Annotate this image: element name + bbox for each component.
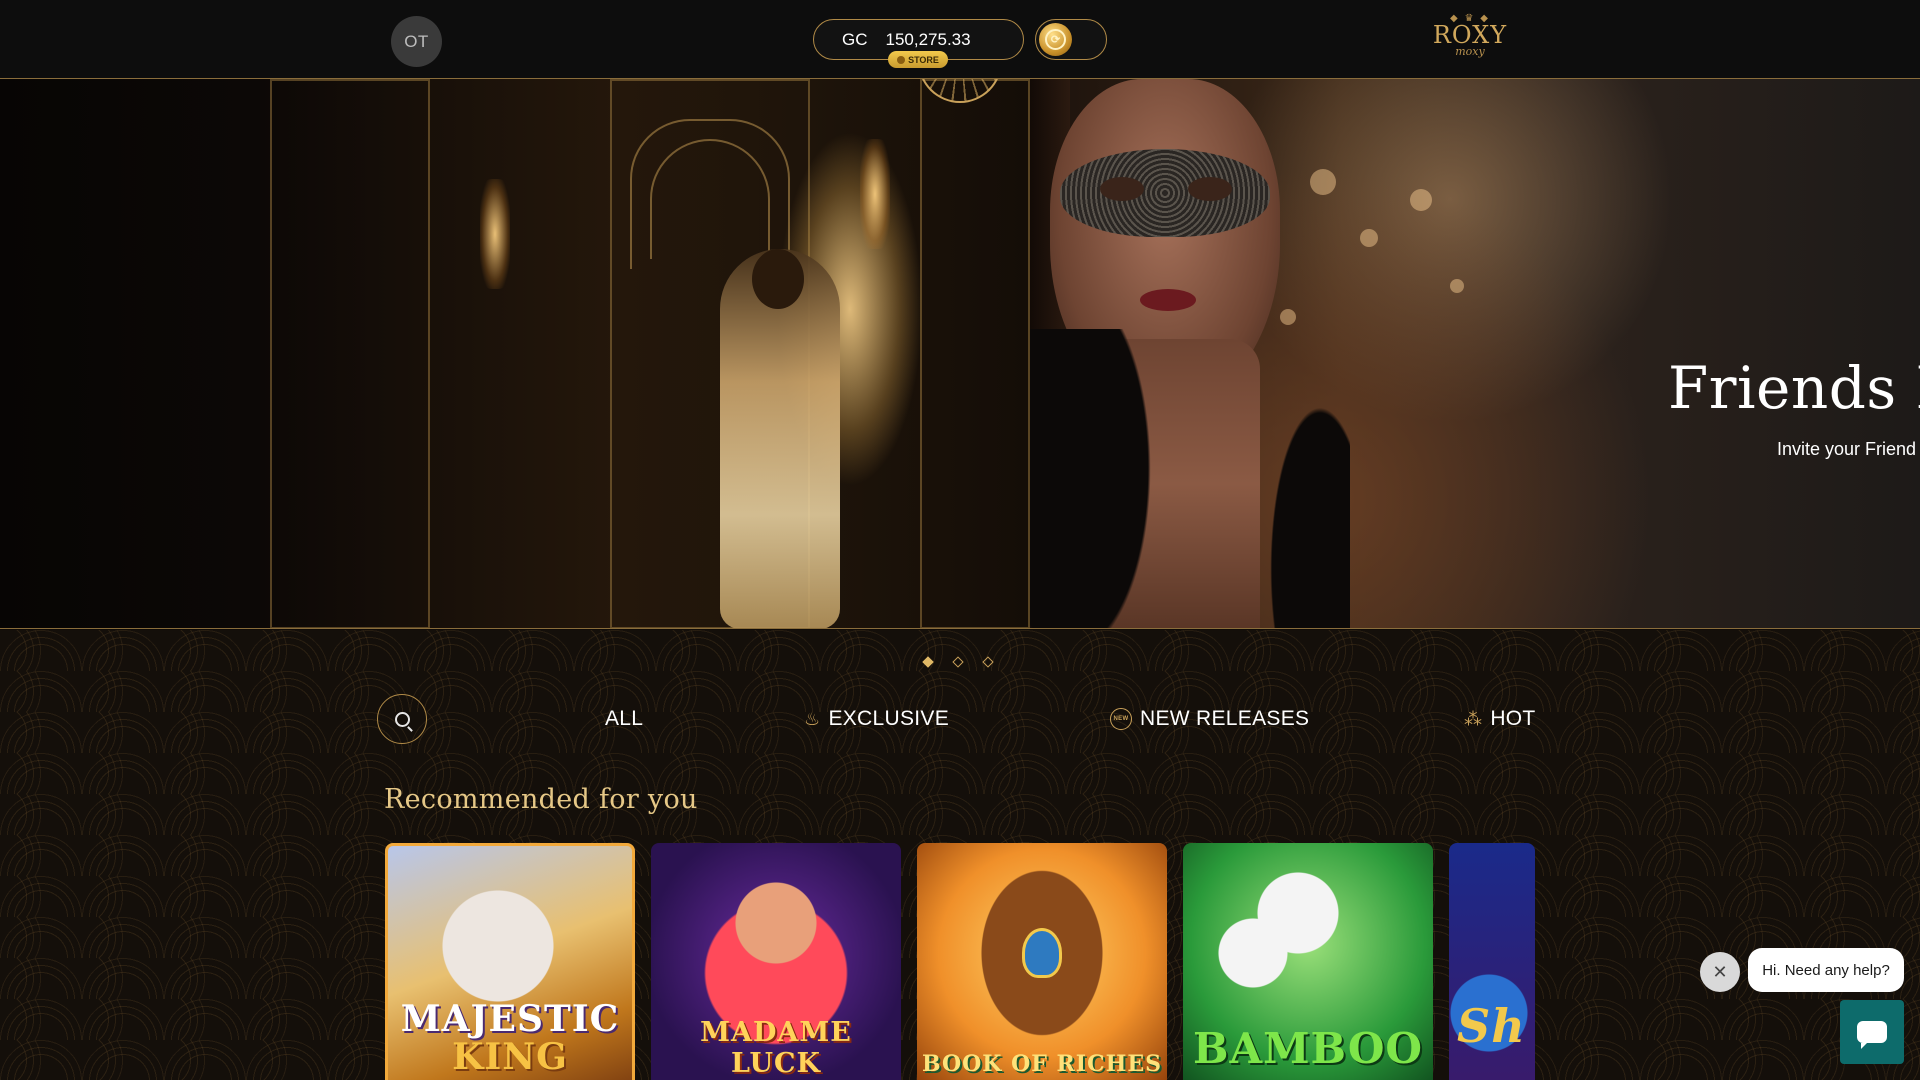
bokeh-light xyxy=(1280,309,1296,325)
game-title: BAMBOO xyxy=(1192,1024,1424,1073)
lace-collar xyxy=(1030,329,1350,628)
chat-launcher-button[interactable] xyxy=(1840,1000,1904,1064)
recommended-games-row: MAJESTIC KING MADAME LUCK BOOK OF RICHES… xyxy=(385,843,1535,1080)
hero-banner[interactable]: Friends De Invite your Friend xyxy=(0,79,1920,629)
hero-title: Friends De xyxy=(1668,354,1920,422)
game-card-majestic-king[interactable]: MAJESTIC KING xyxy=(385,843,635,1080)
game-title-line2: KING xyxy=(452,1036,568,1078)
game-card-partial[interactable]: Sh xyxy=(1449,843,1535,1080)
tab-label: NEW RELEASES xyxy=(1140,707,1310,730)
tab-label: EXCLUSIVE xyxy=(828,707,950,730)
game-card-bamboo-fortune[interactable]: BAMBOO xyxy=(1183,843,1433,1080)
game-title-line1: MAJESTIC xyxy=(400,998,620,1040)
game-card-book-of-riches[interactable]: BOOK OF RICHES xyxy=(917,843,1167,1080)
carousel-indicators xyxy=(922,656,994,670)
chat-prompt-bubble[interactable]: Hi. Need any help? xyxy=(1748,948,1904,992)
new-badge-icon: NEW xyxy=(1110,708,1132,730)
game-title: MAJESTIC KING xyxy=(388,1000,632,1076)
door-panel xyxy=(920,79,1030,628)
carousel-dot-2[interactable] xyxy=(952,656,964,668)
search-button[interactable] xyxy=(377,694,427,744)
lips xyxy=(1140,289,1196,311)
door-panel xyxy=(270,79,430,628)
coin-toggle[interactable]: ⟳ xyxy=(1035,19,1107,60)
balance-amount: 150,275.33 xyxy=(885,29,971,49)
user-avatar[interactable]: OT xyxy=(391,16,442,67)
wall-lamp xyxy=(860,139,890,249)
fire-icon: ⁂ xyxy=(1464,709,1483,729)
chat-close-button[interactable]: ✕ xyxy=(1700,952,1740,992)
tab-label: ALL xyxy=(605,707,644,730)
site-logo[interactable]: ◆ ♛ ◆ ROXY moxy xyxy=(1418,14,1522,62)
flame-icon: ♨ xyxy=(804,709,821,729)
coin-icon xyxy=(897,55,906,64)
mask-eye xyxy=(1188,177,1232,201)
woman-head xyxy=(752,249,804,309)
search-icon xyxy=(394,711,410,727)
tab-all[interactable]: ALL xyxy=(605,704,643,734)
close-icon: ✕ xyxy=(1712,961,1728,982)
coin-icon: ⟳ xyxy=(1039,23,1072,56)
bokeh-light xyxy=(1410,189,1432,211)
game-title: BOOK OF RICHES xyxy=(921,1051,1163,1077)
masquerade-mask xyxy=(1060,149,1270,237)
currency-label: GC xyxy=(842,29,868,49)
tab-exclusive[interactable]: ♨ EXCLUSIVE xyxy=(804,704,949,734)
carousel-dot-1[interactable] xyxy=(922,656,934,668)
bokeh-light xyxy=(1310,169,1336,195)
carousel-dot-3[interactable] xyxy=(982,656,994,668)
hero-image-doorway xyxy=(0,79,1030,628)
tab-new-releases[interactable]: NEW NEW RELEASES xyxy=(1110,704,1309,734)
hero-subtitle: Invite your Friend xyxy=(1777,439,1917,459)
mask-eye xyxy=(1100,177,1144,201)
game-card-madame-luck[interactable]: MADAME LUCK xyxy=(651,843,901,1080)
wall-lamp xyxy=(480,179,510,289)
store-label: STORE xyxy=(908,54,939,65)
chat-icon xyxy=(1857,1021,1887,1049)
logo-name: ROXY xyxy=(1432,21,1508,49)
tab-label: HOT xyxy=(1490,707,1536,730)
game-title: MADAME LUCK xyxy=(700,1017,852,1079)
tab-hot[interactable]: ⁂ HOT xyxy=(1464,704,1536,734)
art-deco-arch xyxy=(650,139,770,259)
game-title: Sh xyxy=(1457,999,1526,1053)
scarab-icon xyxy=(1022,928,1062,978)
bokeh-light xyxy=(1450,279,1464,293)
top-bar: OT GC 150,275.33 STORE ⟳ ◆ ♛ ◆ ROXY moxy xyxy=(0,0,1920,79)
store-button[interactable]: STORE xyxy=(888,51,948,68)
bokeh-light xyxy=(1360,229,1378,247)
recommended-title: Recommended for you xyxy=(384,784,698,815)
